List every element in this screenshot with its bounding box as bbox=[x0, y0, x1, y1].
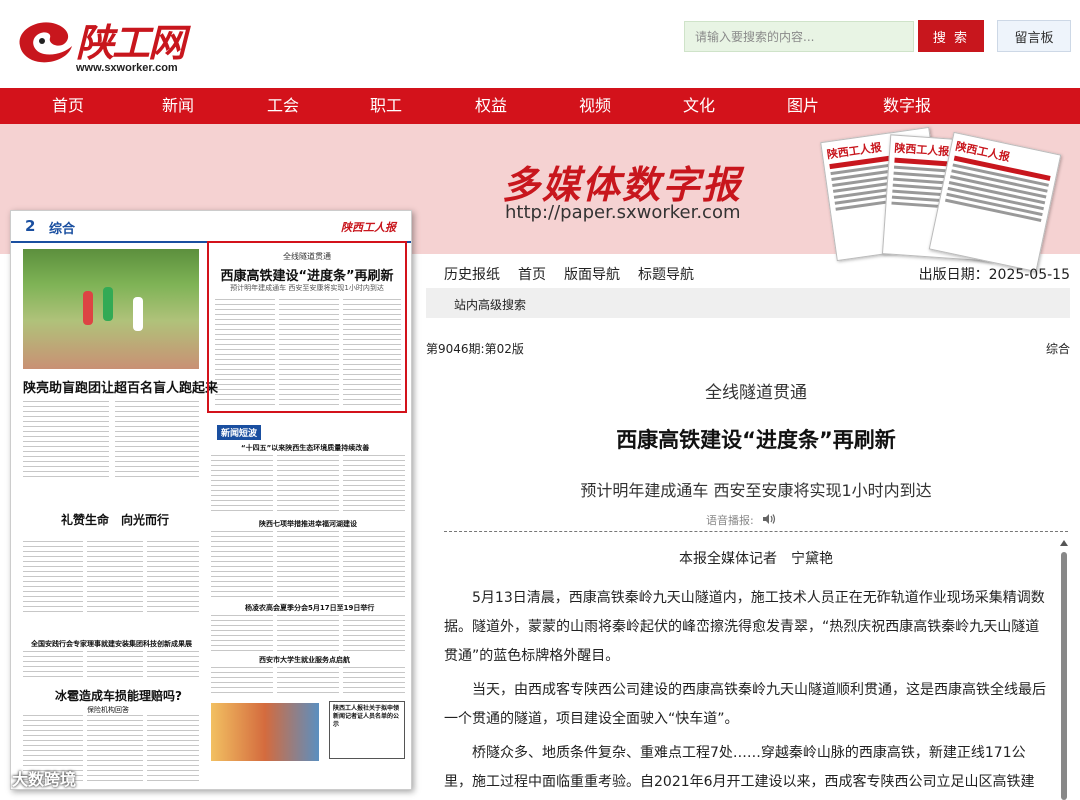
box-title: 西康高铁建设“进度条”再刷新 bbox=[220, 269, 394, 284]
history-papers-link[interactable]: 历史报纸 bbox=[444, 264, 500, 284]
lead-headline[interactable]: 陕亮助盲跑团让超百名盲人跑起来 bbox=[23, 377, 218, 396]
sub-headline-hail[interactable]: 冰雹造成车损能理赔吗? bbox=[55, 687, 182, 704]
nav-item-rights[interactable]: 权益 bbox=[451, 88, 531, 124]
nav-item-home[interactable]: 首页 bbox=[28, 88, 108, 124]
home-link[interactable]: 首页 bbox=[518, 264, 546, 284]
runners-photo[interactable] bbox=[23, 249, 199, 369]
site-header: 陕工网 www.sxworker.com 搜 索 留言板 bbox=[0, 0, 1080, 88]
logo-text: 陕工网 bbox=[76, 20, 186, 65]
nav-item-culture[interactable]: 文化 bbox=[659, 88, 739, 124]
search-input[interactable] bbox=[684, 21, 914, 52]
main-nav: 首页 新闻 工会 职工 权益 视频 文化 图片 数字报 bbox=[0, 88, 1080, 124]
logo-url: www.sxworker.com bbox=[76, 62, 178, 74]
layout-nav-link[interactable]: 版面导航 bbox=[564, 264, 620, 284]
nav-item-workers[interactable]: 职工 bbox=[346, 88, 426, 124]
box-pre-title: 全线隧道贯通 bbox=[283, 252, 331, 261]
sub-headline-life[interactable]: 礼赞生命 向光而行 bbox=[61, 511, 169, 528]
scroll-thumb[interactable] bbox=[1061, 552, 1067, 800]
watermark-text: 大数跨境 bbox=[12, 770, 77, 789]
sub-headline-ecology[interactable]: “十四五”以来陕西生态环境质量持续改善 bbox=[241, 443, 369, 453]
advanced-search-link[interactable]: 站内高级搜索 bbox=[454, 296, 526, 313]
issue-number: 第9046期:第02版 bbox=[426, 342, 524, 356]
notice-box[interactable]: 陕西工人报社关于拟申领新闻记者证人员名单的公示 bbox=[329, 701, 405, 759]
article-subtitle: 预计明年建成通车 西安至安康将实现1小时内到达 bbox=[580, 481, 932, 500]
sub-headline-hail-sub: 保险机构回答 bbox=[87, 706, 129, 714]
nav-item-pictures[interactable]: 图片 bbox=[763, 88, 843, 124]
highlighted-article-box[interactable]: 全线隧道贯通 西康高铁建设“进度条”再刷新 预计明年建成通车 西安至安康将实现1… bbox=[207, 241, 407, 413]
children-photo[interactable] bbox=[211, 703, 319, 761]
sub-headline-xian[interactable]: 西安市大学生就业服务点启航 bbox=[259, 655, 350, 665]
publish-date: 出版日期：2025-05-15 bbox=[918, 267, 1070, 283]
newspaper-page-thumbnail[interactable]: 2 综合 陕西工人报 陕亮助盲跑团让超百名盲人跑起来 全线隧道贯通 西康高铁建设… bbox=[10, 210, 412, 790]
title-nav-link[interactable]: 标题导航 bbox=[638, 264, 694, 284]
page-section: 综合 bbox=[49, 222, 76, 237]
article-pre-title: 全线隧道贯通 bbox=[705, 383, 807, 403]
message-board-button[interactable]: 留言板 bbox=[997, 20, 1071, 52]
banner-title: 多媒体数字报 bbox=[502, 162, 743, 207]
sub-headline-expo[interactable]: 全国安践行会专家理事就建安装集团科技创新成果展 bbox=[31, 639, 192, 649]
box-subtitle: 预计明年建成通车 西安至安康将实现1小时内到达 bbox=[230, 284, 384, 292]
paper-toolbar: 历史报纸 首页 版面导航 标题导航 出版日期：2025-05-15 bbox=[426, 256, 1076, 288]
article-paragraph-2: 当天，由西成客专陕西公司建设的西康高铁秦岭九天山隧道顺利贯通，这是西康高铁全线最… bbox=[444, 682, 1046, 727]
logo-swirl-icon bbox=[19, 22, 72, 63]
article-paragraph-3: 桥隧众多、地质条件复杂、重难点工程7处……穿越秦岭山脉的西康高铁，新建正线171… bbox=[444, 745, 1035, 790]
newspaper-stack-image: 陕西工人报 陕西工人报 陕西工人报 bbox=[820, 126, 1068, 273]
speaker-icon[interactable] bbox=[762, 513, 776, 525]
voice-broadcast-label: 语音播报: bbox=[706, 514, 754, 527]
scroll-up-arrow-icon[interactable] bbox=[1060, 540, 1068, 546]
article-byline: 本报全媒体记者 宁黛艳 bbox=[679, 551, 833, 567]
nav-item-union[interactable]: 工会 bbox=[243, 88, 323, 124]
article-title: 西康高铁建设“进度条”再刷新 bbox=[616, 428, 896, 452]
site-logo[interactable]: 陕工网 www.sxworker.com bbox=[10, 10, 200, 80]
divider bbox=[444, 531, 1068, 532]
page-masthead: 陕西工人报 bbox=[341, 221, 396, 234]
search-button[interactable]: 搜 索 bbox=[918, 20, 984, 52]
page-number: 2 bbox=[25, 217, 36, 235]
page-header: 2 综合 陕西工人报 bbox=[11, 211, 411, 243]
sub-headline-rivers[interactable]: 陕西七项举措推进幸福河湖建设 bbox=[259, 519, 357, 529]
nav-item-digital-paper[interactable]: 数字报 bbox=[867, 88, 947, 124]
banner-url: http://paper.sxworker.com bbox=[505, 202, 741, 223]
nav-item-news[interactable]: 新闻 bbox=[138, 88, 218, 124]
column-tag: 新闻短波 bbox=[217, 425, 262, 440]
nav-item-video[interactable]: 视频 bbox=[555, 88, 635, 124]
article-scrollbar[interactable] bbox=[1058, 540, 1070, 800]
sub-headline-yangling[interactable]: 杨凌农高会夏季分会5月17日至19日举行 bbox=[245, 603, 374, 613]
section-label: 综合 bbox=[1045, 342, 1070, 356]
advanced-search-bar: 站内高级搜索 bbox=[426, 288, 1070, 318]
article-paragraph-1: 5月13日清晨，西康高铁秦岭九天山隧道内，施工技术人员正在无砟轨道作业现场采集精… bbox=[444, 590, 1045, 664]
